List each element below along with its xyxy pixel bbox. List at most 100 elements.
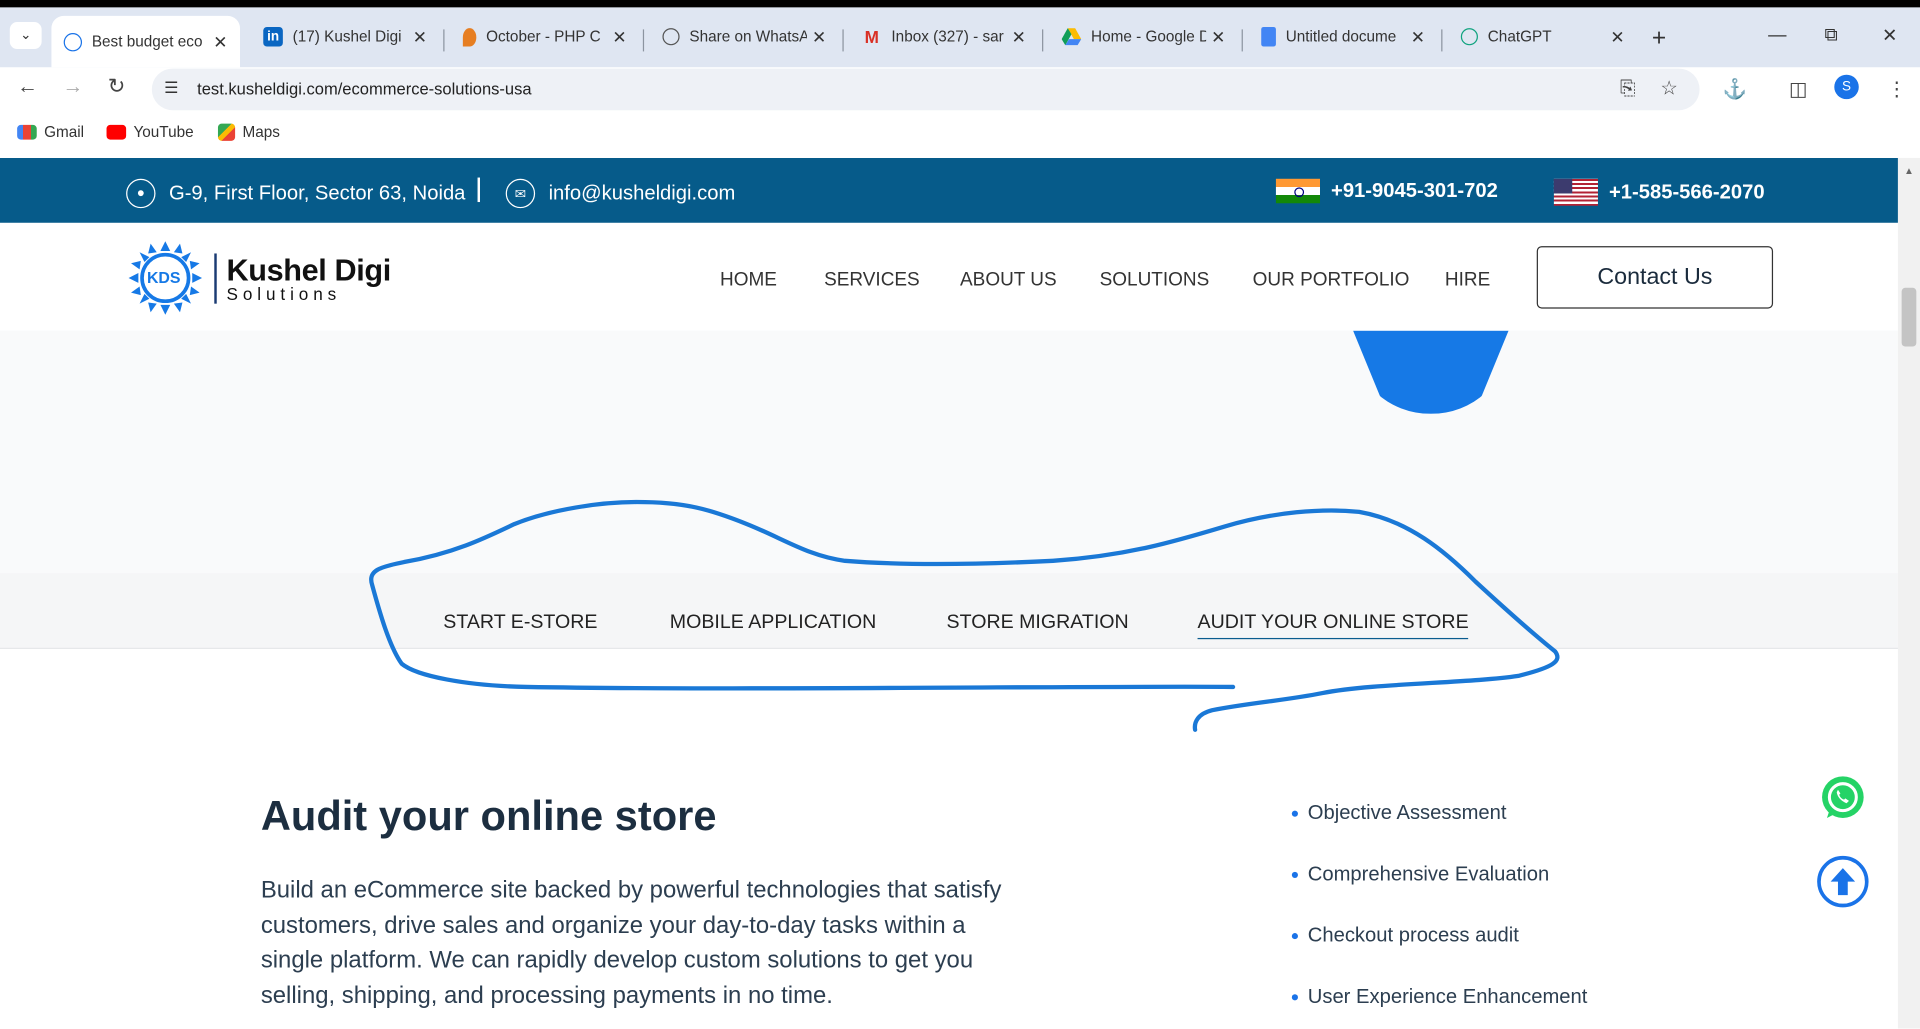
browser-toolbar: ← → ↻ ☰ test.kusheldigi.com/ecommerce-so… <box>0 67 1920 112</box>
bookmark-label: Maps <box>242 123 280 141</box>
email-text[interactable]: info@kusheldigi.com <box>549 182 736 205</box>
tab-best-budget[interactable]: Best budget eco ✕ <box>51 15 241 68</box>
linkedin-icon: in <box>263 26 283 47</box>
site-settings-icon[interactable]: ☰ <box>164 78 178 98</box>
tab-mobile-application[interactable]: MOBILE APPLICATION <box>670 612 876 634</box>
back-arrow-icon[interactable]: ← <box>17 75 38 99</box>
nav-about-us[interactable]: ABOUT US <box>960 269 1057 291</box>
address-bar[interactable]: ☰ test.kusheldigi.com/ecommerce-solution… <box>151 68 1700 111</box>
nav-services[interactable]: SERVICES <box>824 269 920 291</box>
close-icon[interactable]: ✕ <box>408 26 432 47</box>
close-icon[interactable]: ✕ <box>1605 26 1629 47</box>
new-tab-plus-icon[interactable]: + <box>1652 24 1666 52</box>
tab-title: October - PHP C <box>486 28 601 46</box>
bookmark-label: Gmail <box>44 123 85 141</box>
browser-tab-bar: ⌄ Best budget eco ✕ in (17) Kushel Digi … <box>0 0 1920 68</box>
tab-october-php[interactable]: October - PHP C ✕ <box>451 16 640 58</box>
site-logo[interactable]: KDS Kushel Digi Solutions <box>126 239 391 317</box>
hero-section <box>0 330 1898 574</box>
whatsapp-chat-button[interactable] <box>1820 774 1867 821</box>
install-app-icon[interactable]: ⎘ <box>1620 78 1636 100</box>
tab-google-docs[interactable]: Untitled docume ✕ <box>1249 16 1438 58</box>
phone-usa-text[interactable]: +1-585-566-2070 <box>1609 181 1765 204</box>
tab-chatgpt[interactable]: ChatGPT ✕ <box>1449 16 1638 58</box>
phone-india-item[interactable]: +91-9045-301-702 <box>1275 178 1498 204</box>
menu-dots-icon[interactable]: ⋮ <box>1887 77 1907 101</box>
bookmark-label: YouTube <box>133 123 194 141</box>
close-icon[interactable]: ✕ <box>607 26 631 47</box>
solution-tabs: START E-STORE MOBILE APPLICATION STORE M… <box>0 573 1898 649</box>
nav-home[interactable]: HOME <box>720 269 777 291</box>
nav-our-portfolio[interactable]: OUR PORTFOLIO <box>1253 269 1410 291</box>
tab-gmail-inbox[interactable]: M Inbox (327) - sar ✕ <box>850 16 1039 58</box>
side-panel-icon[interactable]: ◫ <box>1789 77 1808 101</box>
tab-separator <box>842 29 844 52</box>
scrollbar-thumb[interactable] <box>1901 287 1917 347</box>
tab-title: ChatGPT <box>1487 28 1552 46</box>
site-header: KDS Kushel Digi Solutions HOME SERVICES … <box>0 222 1898 331</box>
nav-solutions[interactable]: SOLUTIONS <box>1100 269 1210 291</box>
url-text[interactable]: test.kusheldigi.com/ecommerce-solutions-… <box>197 80 531 98</box>
scroll-to-top-button[interactable] <box>1817 855 1869 908</box>
tab-google-drive[interactable]: Home - Google D ✕ <box>1049 16 1238 58</box>
bullet-dot-icon <box>1291 871 1298 878</box>
tab-store-migration[interactable]: STORE MIGRATION <box>947 612 1129 634</box>
tab-title: (17) Kushel Digi <box>292 28 402 46</box>
extensions-icon[interactable]: ⚓ <box>1723 77 1747 101</box>
tab-start-e-store[interactable]: START E-STORE <box>443 612 597 634</box>
audit-content-section: Audit your online store Build an eCommer… <box>0 648 1898 1029</box>
tab-linkedin[interactable]: in (17) Kushel Digi ✕ <box>251 16 440 58</box>
close-icon[interactable]: ✕ <box>1406 26 1430 47</box>
bookmark-gmail[interactable]: Gmail <box>17 124 84 141</box>
tab-title: Share on WhatsA <box>689 28 807 46</box>
google-drive-icon <box>1061 27 1082 47</box>
decorative-blue-shape <box>1353 330 1509 414</box>
close-icon[interactable]: ✕ <box>1206 26 1230 47</box>
nav-hire[interactable]: HIRE <box>1445 269 1490 291</box>
list-item-text: User Experience Enhancement <box>1307 985 1588 1008</box>
bullet-dot-icon <box>1291 933 1298 940</box>
logo-mark-text: KDS <box>146 268 181 287</box>
email-item[interactable]: ✉ info@kusheldigi.com <box>505 178 736 209</box>
restore-icon[interactable]: ⧉ <box>1824 24 1837 45</box>
tab-share-whatsapp[interactable]: Share on WhatsA ✕ <box>650 16 839 58</box>
contact-top-bar: ● G-9, First Floor, Sector 63, Noida ✉ i… <box>0 157 1898 223</box>
chatgpt-icon <box>1460 28 1478 46</box>
logo-name: Kushel Digi <box>226 252 392 288</box>
mail-icon: ✉ <box>505 178 536 209</box>
phone-usa-item[interactable]: +1-585-566-2070 <box>1553 178 1765 206</box>
tab-title: Untitled docume <box>1285 28 1397 46</box>
profile-avatar[interactable]: S <box>1834 74 1859 100</box>
contact-us-button[interactable]: Contact Us <box>1536 246 1774 309</box>
youtube-icon <box>106 124 127 140</box>
tab-audit-online-store[interactable]: AUDIT YOUR ONLINE STORE <box>1197 612 1469 640</box>
address-item: ● G-9, First Floor, Sector 63, Noida <box>126 178 465 209</box>
bullet-dot-icon <box>1291 810 1298 817</box>
list-item-text: Objective Assessment <box>1307 802 1507 825</box>
list-item-text: Comprehensive Evaluation <box>1307 863 1550 886</box>
scroll-up-arrow-icon[interactable]: ▲ <box>1904 165 1914 176</box>
minimize-icon[interactable]: — <box>1768 24 1786 45</box>
gmail-icon: M <box>864 26 879 47</box>
divider <box>477 177 481 203</box>
close-icon[interactable]: ✕ <box>1007 26 1031 47</box>
bookmark-youtube[interactable]: YouTube <box>106 123 194 141</box>
google-maps-icon <box>217 123 236 141</box>
arrow-up-icon <box>1830 868 1856 896</box>
list-item: User Experience Enhancement <box>1291 985 1588 1009</box>
reload-icon[interactable]: ↻ <box>108 75 125 99</box>
window-close-icon[interactable]: ✕ <box>1882 24 1897 47</box>
google-docs-icon <box>1261 26 1276 47</box>
phone-india-text[interactable]: +91-9045-301-702 <box>1331 179 1498 202</box>
close-icon[interactable]: ✕ <box>208 31 232 52</box>
page-scrollbar[interactable]: ▲ <box>1897 157 1920 1029</box>
close-icon[interactable]: ✕ <box>807 26 831 47</box>
bookmark-star-icon[interactable]: ☆ <box>1660 76 1678 100</box>
bookmark-maps[interactable]: Maps <box>217 123 280 141</box>
list-item: Objective Assessment <box>1291 802 1507 825</box>
kds-logo-icon: KDS <box>126 239 204 317</box>
tab-separator <box>1441 29 1443 52</box>
tab-search-button[interactable]: ⌄ <box>9 22 42 49</box>
tab-separator <box>642 29 645 52</box>
forward-arrow-icon[interactable]: → <box>62 75 83 99</box>
